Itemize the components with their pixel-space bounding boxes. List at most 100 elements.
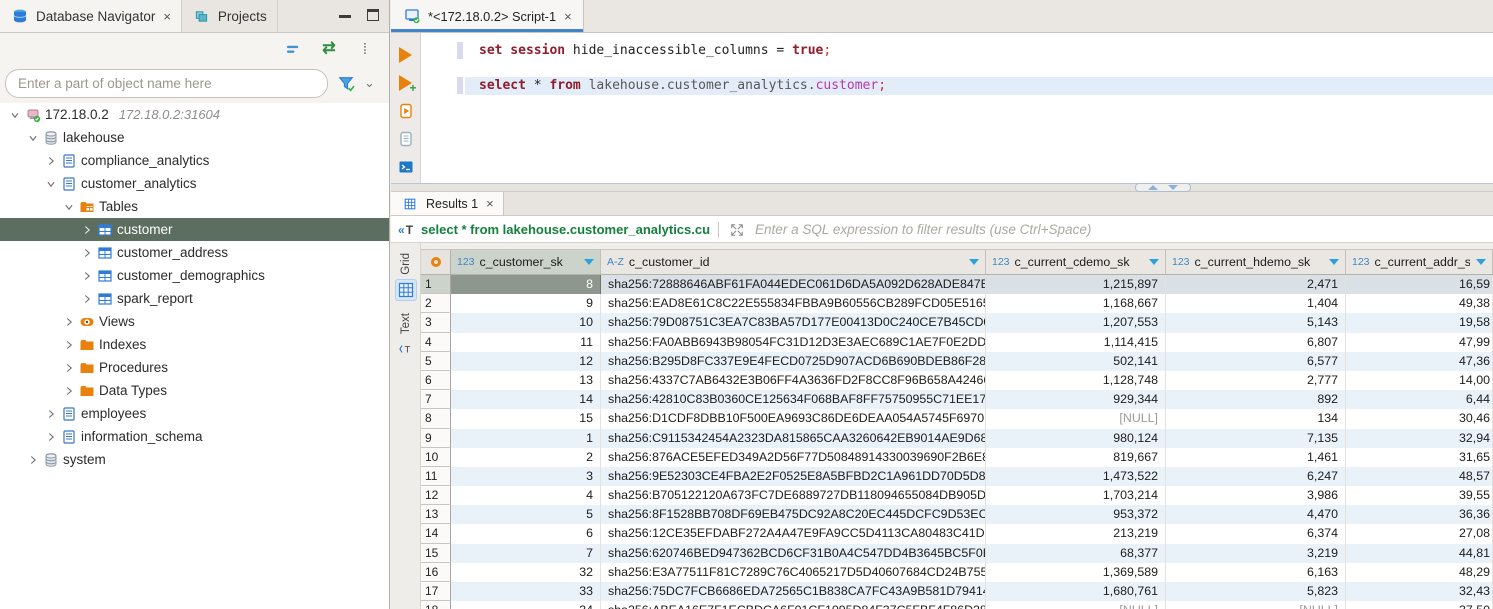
- row-number[interactable]: 4: [421, 333, 451, 352]
- cell-c_current_addr_sk[interactable]: 27,08: [1346, 524, 1493, 543]
- cell-c_current_cdemo_sk[interactable]: [NULL]: [986, 601, 1166, 609]
- tree-item-172.18.0.2[interactable]: 172.18.0.2172.18.0.2:31604: [0, 103, 389, 126]
- tree-item-information-schema[interactable]: information_schema: [0, 425, 389, 448]
- cell-c_customer_id[interactable]: sha256:ABEA16E7F1ECBDCA6F01CF1095D84F37C…: [601, 601, 986, 609]
- cell-c_current_cdemo_sk[interactable]: 502,141: [986, 352, 1166, 371]
- sort-dropdown-icon[interactable]: [969, 259, 979, 265]
- chevron-right-icon[interactable]: [78, 223, 95, 237]
- cell-c_current_hdemo_sk[interactable]: 3,219: [1166, 544, 1346, 563]
- cell-c_current_cdemo_sk[interactable]: 1,473,522: [986, 467, 1166, 486]
- cell-c_customer_sk[interactable]: 13: [451, 371, 601, 390]
- editor-results-splitter[interactable]: [391, 183, 1493, 192]
- column-header-c_customer_sk[interactable]: 123c_customer_sk: [451, 250, 601, 274]
- cell-c_current_cdemo_sk[interactable]: 1,128,748: [986, 371, 1166, 390]
- cell-c_current_addr_sk[interactable]: 19,58: [1346, 313, 1493, 332]
- cell-c_current_cdemo_sk[interactable]: 980,124: [986, 429, 1166, 448]
- cell-c_current_hdemo_sk[interactable]: 6,247: [1166, 467, 1346, 486]
- sort-dropdown-icon[interactable]: [1476, 259, 1486, 265]
- tree-item-spark-report[interactable]: spark_report: [0, 287, 389, 310]
- cell-c_customer_id[interactable]: sha256:620746BED947362BCD6CF31B0A4C547DD…: [601, 544, 986, 563]
- chevron-right-icon[interactable]: [42, 154, 59, 168]
- chevron-right-icon[interactable]: [78, 292, 95, 306]
- cell-c_customer_sk[interactable]: 5: [451, 505, 601, 524]
- expand-filter-icon[interactable]: [727, 220, 747, 240]
- code-area[interactable]: set session hide_inaccessible_columns = …: [465, 33, 1493, 183]
- cell-c_customer_id[interactable]: sha256:D1CDF8DBB10F500EA9693C86DE6DEAA05…: [601, 409, 986, 428]
- cell-c_current_hdemo_sk[interactable]: 134: [1166, 409, 1346, 428]
- cell-c_customer_sk[interactable]: 7: [451, 544, 601, 563]
- cell-c_current_addr_sk[interactable]: 31,65: [1346, 448, 1493, 467]
- cell-c_current_cdemo_sk[interactable]: 1,215,897: [986, 275, 1166, 294]
- tab-projects[interactable]: Projects: [182, 0, 278, 32]
- cell-c_customer_id[interactable]: sha256:8F1528BB708DF69EB475DC92A8C20EC44…: [601, 505, 986, 524]
- row-number[interactable]: 9: [421, 429, 451, 448]
- row-number[interactable]: 16: [421, 563, 451, 582]
- chevron-right-icon[interactable]: [60, 338, 77, 352]
- chevron-right-icon[interactable]: [60, 315, 77, 329]
- cell-c_current_addr_sk[interactable]: 49,38: [1346, 294, 1493, 313]
- chevron-right-icon[interactable]: [78, 246, 95, 260]
- row-number[interactable]: 6: [421, 371, 451, 390]
- cell-c_current_addr_sk[interactable]: 14,00: [1346, 371, 1493, 390]
- cell-c_current_addr_sk[interactable]: 16,59: [1346, 275, 1493, 294]
- cell-c_customer_sk[interactable]: 3: [451, 467, 601, 486]
- column-header-c_customer_id[interactable]: A-Zc_customer_id: [601, 250, 986, 274]
- row-number[interactable]: 12: [421, 486, 451, 505]
- results-filter-bar[interactable]: «T select * from lakehouse.customer_anal…: [391, 217, 1493, 243]
- row-number[interactable]: 2: [421, 294, 451, 313]
- cell-c_customer_id[interactable]: sha256:12CE35EFDABF272A4A47E9FA9CC5D4113…: [601, 524, 986, 543]
- cell-c_current_hdemo_sk[interactable]: 2,777: [1166, 371, 1346, 390]
- cell-c_customer_sk[interactable]: 4: [451, 486, 601, 505]
- chevron-down-icon[interactable]: [24, 131, 41, 145]
- cell-c_customer_sk[interactable]: 1: [451, 429, 601, 448]
- object-search-input[interactable]: [5, 69, 328, 98]
- cell-c_customer_id[interactable]: sha256:4337C7AB6432E3B06FF4A3636FD2F8CC8…: [601, 371, 986, 390]
- cell-c_customer_sk[interactable]: 32: [451, 563, 601, 582]
- cell-c_current_addr_sk[interactable]: 37,50: [1346, 601, 1493, 609]
- tree-item-compliance-analytics[interactable]: compliance_analytics: [0, 149, 389, 172]
- cell-c_current_hdemo_sk[interactable]: 1,461: [1166, 448, 1346, 467]
- cell-c_customer_sk[interactable]: 2: [451, 448, 601, 467]
- cell-c_current_hdemo_sk[interactable]: [NULL]: [1166, 601, 1346, 609]
- tab-sql-script[interactable]: *<172.18.0.2> Script-1 ×: [391, 0, 584, 32]
- chevron-down-icon[interactable]: [6, 108, 23, 122]
- cell-c_current_addr_sk[interactable]: 36,36: [1346, 505, 1493, 524]
- row-number[interactable]: 15: [421, 544, 451, 563]
- row-number[interactable]: 14: [421, 524, 451, 543]
- cell-c_customer_id[interactable]: sha256:79D08751C3EA7C83BA57D177E00413D0C…: [601, 313, 986, 332]
- close-icon[interactable]: ×: [486, 196, 494, 211]
- tree-item-procedures[interactable]: Procedures: [0, 356, 389, 379]
- collapse-up-icon[interactable]: [1148, 185, 1158, 190]
- cell-c_customer_id[interactable]: sha256:42810C83B0360CE125634F068BAF8FF75…: [601, 390, 986, 409]
- row-number[interactable]: 5: [421, 352, 451, 371]
- maximize-icon[interactable]: [367, 9, 379, 21]
- cell-c_customer_sk[interactable]: 15: [451, 409, 601, 428]
- cell-c_customer_id[interactable]: sha256:72888646ABF61FA044EDEC061D6DA5A09…: [601, 275, 986, 294]
- row-number[interactable]: 8: [421, 409, 451, 428]
- cell-c_customer_sk[interactable]: 33: [451, 582, 601, 601]
- row-number[interactable]: 10: [421, 448, 451, 467]
- tree-item-system[interactable]: system: [0, 448, 389, 471]
- cell-c_current_hdemo_sk[interactable]: 4,470: [1166, 505, 1346, 524]
- text-view-label[interactable]: Text: [400, 313, 412, 334]
- code-line-1[interactable]: set session hide_inaccessible_columns = …: [465, 42, 1493, 60]
- cell-c_customer_sk[interactable]: 8: [451, 275, 601, 294]
- row-number[interactable]: 18: [421, 601, 451, 609]
- cell-c_current_cdemo_sk[interactable]: 213,219: [986, 524, 1166, 543]
- filter-funnel-icon[interactable]: [336, 73, 356, 93]
- row-number[interactable]: 1: [421, 275, 451, 294]
- cell-c_current_addr_sk[interactable]: 30,46: [1346, 409, 1493, 428]
- chevron-down-icon[interactable]: ⌄: [364, 75, 375, 91]
- cell-c_current_hdemo_sk[interactable]: 5,823: [1166, 582, 1346, 601]
- cell-c_customer_sk[interactable]: 9: [451, 294, 601, 313]
- grid-view-icon[interactable]: [395, 279, 417, 301]
- splitter-handle[interactable]: [1135, 183, 1191, 192]
- cell-c_current_cdemo_sk[interactable]: 819,667: [986, 448, 1166, 467]
- cell-c_current_cdemo_sk[interactable]: 1,207,553: [986, 313, 1166, 332]
- tree-item-views[interactable]: Views: [0, 310, 389, 333]
- close-icon[interactable]: ×: [564, 9, 572, 24]
- cell-c_current_cdemo_sk[interactable]: 1,369,589: [986, 563, 1166, 582]
- cell-c_customer_sk[interactable]: 11: [451, 333, 601, 352]
- cell-c_customer_sk[interactable]: 6: [451, 524, 601, 543]
- cell-c_current_hdemo_sk[interactable]: 6,163: [1166, 563, 1346, 582]
